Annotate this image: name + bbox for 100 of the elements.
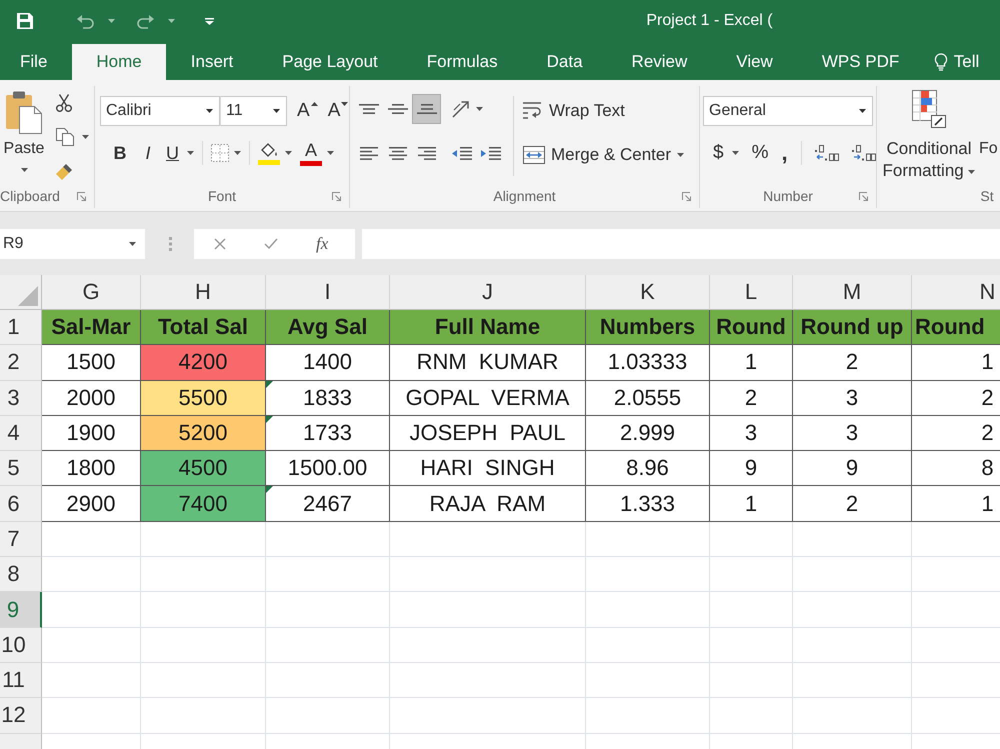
table-cell: JOSEPH PAUL bbox=[390, 416, 586, 452]
format-as-table-button[interactable]: Fo bbox=[979, 90, 998, 160]
table-cell: 1 bbox=[912, 486, 1000, 522]
table-cell: 3 bbox=[793, 380, 912, 416]
wrap-text-button[interactable]: Wrap Text bbox=[523, 96, 684, 126]
paste-button[interactable]: Paste bbox=[2, 88, 46, 184]
ribbon-tab[interactable]: WPS PDF bbox=[797, 44, 924, 80]
ribbon-tab[interactable]: Review bbox=[607, 44, 712, 80]
table-cell: 4200 bbox=[141, 345, 266, 381]
caret-icon bbox=[732, 151, 739, 155]
caret-icon bbox=[234, 151, 241, 155]
row-header[interactable]: 1 bbox=[0, 310, 42, 346]
insert-function-button[interactable]: fx bbox=[316, 234, 328, 254]
bold-button[interactable]: B bbox=[110, 140, 130, 166]
percent-button[interactable]: % bbox=[752, 140, 768, 166]
row-header[interactable]: 3 bbox=[0, 380, 42, 416]
table-cell: 2.0555 bbox=[586, 380, 710, 416]
grow-font-button[interactable]: A bbox=[297, 99, 318, 123]
conditional-formatting-button[interactable]: Conditional Formatting bbox=[881, 90, 977, 182]
dialog-launcher-icon[interactable] bbox=[859, 192, 868, 200]
group-label: St bbox=[980, 188, 994, 204]
underline-button[interactable]: U bbox=[166, 140, 194, 166]
table-header-cell: Round bbox=[710, 310, 793, 346]
group-label: Font bbox=[208, 188, 236, 204]
group-label: Alignment bbox=[493, 188, 556, 204]
shrink-font-button[interactable]: A bbox=[328, 99, 348, 123]
ribbon-tab[interactable]: Formulas bbox=[402, 44, 522, 80]
font-color-button[interactable]: A bbox=[300, 138, 334, 168]
caret-icon bbox=[285, 151, 292, 155]
row-header[interactable]: 4 bbox=[0, 416, 42, 452]
table-cell: RNM KUMAR bbox=[390, 345, 586, 381]
dialog-launcher-icon[interactable] bbox=[332, 192, 341, 200]
bottom-align-button[interactable] bbox=[412, 94, 441, 124]
table-header-cell: Full Name bbox=[390, 310, 586, 346]
row-header[interactable]: 5 bbox=[0, 451, 42, 486]
ribbon-tab[interactable]: Page Layout bbox=[258, 44, 402, 80]
font-size-dropdown[interactable]: 11 bbox=[220, 96, 287, 126]
table-cell: HARI SINGH bbox=[390, 451, 586, 486]
dialog-launcher-icon[interactable] bbox=[77, 192, 86, 200]
redo-icon bbox=[137, 14, 154, 28]
table-cell: 1 bbox=[912, 345, 1000, 381]
row-header[interactable]: 8 bbox=[0, 557, 42, 592]
table-cell: 2 bbox=[793, 345, 912, 381]
diagonal-arrow-icon bbox=[452, 100, 472, 118]
number-format-dropdown[interactable]: General bbox=[703, 96, 873, 126]
table-cell: 9 bbox=[710, 451, 793, 486]
bar-table-icon bbox=[912, 90, 946, 128]
column-header[interactable]: J bbox=[390, 275, 586, 310]
row-header[interactable]: 7 bbox=[0, 522, 42, 558]
comma-button[interactable]: , bbox=[781, 140, 788, 166]
table-cell: 9 bbox=[793, 451, 912, 486]
column-header[interactable]: K bbox=[586, 275, 710, 310]
cross-icon[interactable] bbox=[214, 238, 226, 250]
ribbon-tab[interactable]: File bbox=[0, 44, 72, 80]
ribbon-tab[interactable]: Data bbox=[522, 44, 608, 80]
table-cell: 8 bbox=[912, 451, 1000, 486]
table-cell: 2.999 bbox=[586, 416, 710, 452]
row-header[interactable]: 10 bbox=[0, 628, 42, 663]
align-center-icon bbox=[388, 146, 406, 160]
merge-center-button[interactable]: Merge & Center bbox=[523, 140, 684, 170]
ribbon-tab[interactable]: Insert bbox=[166, 44, 258, 80]
ribbon-tab[interactable]: View bbox=[712, 44, 798, 80]
ribbon-tab[interactable]: Home bbox=[72, 44, 166, 80]
row-header[interactable]: 12 bbox=[0, 698, 42, 734]
merge-arrows-icon bbox=[523, 146, 545, 164]
caret-up-icon bbox=[310, 102, 318, 106]
save-icon bbox=[17, 13, 33, 29]
triangle-icon bbox=[266, 416, 273, 423]
row-header[interactable]: 9 bbox=[0, 592, 42, 628]
check-icon[interactable] bbox=[264, 238, 278, 249]
caret-icon bbox=[677, 153, 684, 157]
dialog-launcher-icon[interactable] bbox=[682, 192, 691, 200]
row-header[interactable]: 11 bbox=[0, 662, 42, 698]
italic-button[interactable]: I bbox=[138, 140, 158, 166]
table-cell: RAJA RAM bbox=[390, 486, 586, 522]
caret-icon bbox=[968, 170, 976, 174]
tell-me-button[interactable]: Tell bbox=[934, 44, 980, 80]
name-box[interactable]: R9 bbox=[0, 228, 145, 258]
customize-icon[interactable] bbox=[205, 18, 214, 24]
caret-icon bbox=[187, 151, 194, 155]
column-header[interactable]: G bbox=[42, 275, 141, 310]
table-header-cell: Sal-Mar bbox=[42, 310, 141, 346]
table-cell: 3 bbox=[710, 416, 793, 452]
group-label: Number bbox=[763, 188, 813, 204]
currency-button[interactable]: $ bbox=[713, 140, 739, 166]
caret-icon bbox=[82, 135, 89, 139]
row-header[interactable]: 2 bbox=[0, 345, 42, 381]
table-cell: 5200 bbox=[141, 416, 266, 452]
caret-icon bbox=[20, 168, 28, 172]
row-header[interactable]: 6 bbox=[0, 486, 42, 522]
column-header[interactable]: M bbox=[793, 275, 912, 310]
column-header[interactable]: N bbox=[912, 275, 1000, 310]
table-cell: 1.03333 bbox=[586, 345, 710, 381]
triangle-icon bbox=[266, 486, 273, 494]
column-header[interactable]: I bbox=[266, 275, 390, 310]
triangle-icon bbox=[266, 380, 273, 388]
column-header[interactable]: H bbox=[141, 275, 266, 310]
copy-button[interactable] bbox=[56, 126, 89, 148]
font-name-dropdown[interactable]: Calibri bbox=[100, 96, 220, 126]
column-header[interactable]: L bbox=[710, 275, 793, 310]
